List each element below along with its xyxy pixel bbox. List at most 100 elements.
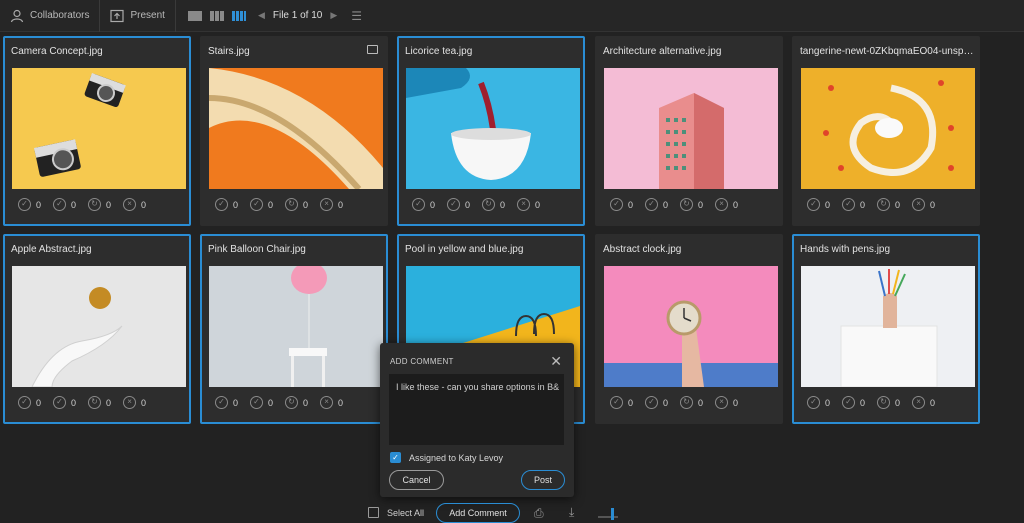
comment-input[interactable] <box>389 374 564 445</box>
single-view-icon[interactable] <box>187 10 202 21</box>
approve-action[interactable]: ✓0 <box>807 396 830 409</box>
close-icon[interactable]: ✕ <box>550 353 562 370</box>
slider-thumb[interactable] <box>611 508 614 520</box>
revision-action[interactable]: ↻0 <box>285 396 308 409</box>
file-title: Architecture alternative.jpg <box>603 46 722 57</box>
approve-action[interactable]: ✓0 <box>412 198 435 211</box>
assigned-label: Assigned to Katy Levoy <box>409 452 504 463</box>
revision-action[interactable]: ↻0 <box>285 198 308 211</box>
add-approver-action[interactable]: ✓0 <box>250 198 273 211</box>
add-approver-action[interactable]: ✓0 <box>447 198 470 211</box>
file-card-pink-balloon-chair[interactable]: Pink Balloon Chair.jpg ✓ 0 ✓ 0 ↻ 0 × 0 <box>200 234 388 424</box>
approve-action[interactable]: ✓0 <box>215 198 238 211</box>
checkbox-checked-icon[interactable]: ✓ <box>390 452 401 463</box>
thumbnail-stairs[interactable] <box>209 68 383 189</box>
revision-action[interactable]: ↻0 <box>482 198 505 211</box>
approve-action[interactable]: ✓0 <box>610 396 633 409</box>
file-title: Apple Abstract.jpg <box>11 244 92 255</box>
file-card-camera-concept[interactable]: Camera Concept.jpg ✓ 0 ✓ 0 ↻ 0 × 0 <box>3 36 191 226</box>
approve-action[interactable]: ✓0 <box>215 396 238 409</box>
card-actions: ✓0 ✓0 ↻0 ×0 <box>412 198 540 211</box>
revision-action[interactable]: ↻0 <box>88 396 111 409</box>
reject-action[interactable]: ×0 <box>912 396 935 409</box>
check-plus-icon: ✓ <box>53 198 67 211</box>
comment-icon[interactable] <box>367 45 378 54</box>
check-circle-icon: ✓ <box>18 396 31 409</box>
reject-action[interactable]: ×0 <box>320 198 343 211</box>
reject-action[interactable]: ×0 <box>320 396 343 409</box>
x-circle-icon: × <box>320 198 334 211</box>
reject-action[interactable]: ×0 <box>715 396 738 409</box>
cancel-button[interactable]: Cancel <box>389 470 444 490</box>
x-circle-icon: × <box>912 198 926 211</box>
check-plus-icon: ✓ <box>447 198 461 211</box>
revision-icon: ↻ <box>680 396 694 409</box>
file-card-architecture[interactable]: Architecture alternative.jpg ✓ 0 ✓ 0 ↻ 0 × 0 <box>595 36 783 226</box>
revision-action[interactable]: ↻0 <box>877 396 900 409</box>
reject-action[interactable]: ×0 <box>517 198 540 211</box>
print-icon[interactable]: ⎙ <box>534 506 544 521</box>
add-approver-action[interactable]: ✓0 <box>842 198 865 211</box>
x-circle-icon: × <box>123 396 137 409</box>
file-card-tangerine[interactable]: tangerine-newt-0ZKbqmaEO04-unspla... ✓ 0 … <box>792 36 980 226</box>
grid-view-icon[interactable] <box>231 10 246 21</box>
thumbnail-licorice-tea[interactable] <box>406 68 580 189</box>
file-card-stairs[interactable]: Stairs.jpg ✓ 0 ✓ 0 ↻ 0 × 0 <box>200 36 388 226</box>
chevron-left-icon[interactable]: ◀ <box>258 10 265 21</box>
download-icon[interactable]: ⤓ <box>569 505 574 520</box>
reject-action[interactable]: ×0 <box>123 198 146 211</box>
chevron-right-icon[interactable]: ▶ <box>330 10 337 21</box>
reject-action[interactable]: ×0 <box>123 396 146 409</box>
thumbnail-architecture[interactable] <box>604 68 778 189</box>
person-icon <box>10 9 24 22</box>
file-card-licorice-tea[interactable]: Licorice tea.jpg ✓ 0 ✓ 0 ↻ 0 × 0 <box>397 36 585 226</box>
file-card-apple-abstract[interactable]: Apple Abstract.jpg ✓ 0 ✓ 0 ↻ 0 × 0 <box>3 234 191 424</box>
file-navigator: ◀ File 1 of 10 ▶ <box>258 10 337 21</box>
present-button[interactable]: Present <box>100 0 176 32</box>
revision-action[interactable]: ↻0 <box>88 198 111 211</box>
add-approver-action[interactable]: ✓0 <box>250 396 273 409</box>
x-circle-icon: × <box>517 198 531 211</box>
add-approver-action[interactable]: ✓0 <box>645 396 668 409</box>
file-title: Hands with pens.jpg <box>800 244 891 255</box>
add-approver-action[interactable]: ✓0 <box>645 198 668 211</box>
check-circle-icon: ✓ <box>807 396 820 409</box>
add-approver-action[interactable]: ✓0 <box>842 396 865 409</box>
grid-small-view-icon[interactable] <box>209 10 224 21</box>
thumbnail-apple-abstract[interactable] <box>12 266 186 387</box>
post-button[interactable]: Post <box>521 470 565 490</box>
revision-action[interactable]: ↻0 <box>680 396 703 409</box>
file-card-abstract-clock[interactable]: Abstract clock.jpg ✓ 0 ✓ 0 ↻ 0 × 0 <box>595 234 783 424</box>
dialog-title: ADD COMMENT <box>390 357 454 366</box>
check-plus-icon: ✓ <box>842 396 856 409</box>
assigned-checkbox-row[interactable]: ✓ Assigned to Katy Levoy <box>390 452 503 463</box>
revision-action[interactable]: ↻0 <box>877 198 900 211</box>
collaborators-button[interactable]: Collaborators <box>0 0 101 32</box>
filter-icon[interactable]: ☰ <box>351 9 362 23</box>
approve-action[interactable]: ✓0 <box>807 198 830 211</box>
approve-action[interactable]: ✓0 <box>610 198 633 211</box>
reject-action[interactable]: ×0 <box>715 198 738 211</box>
zoom-slider[interactable] <box>598 508 618 520</box>
approve-action[interactable]: ✓0 <box>18 396 41 409</box>
reject-action[interactable]: ×0 <box>912 198 935 211</box>
revision-action[interactable]: ↻0 <box>680 198 703 211</box>
approve-action[interactable]: ✓0 <box>18 198 41 211</box>
file-title: Abstract clock.jpg <box>603 244 682 255</box>
add-comment-button[interactable]: Add Comment <box>436 503 520 523</box>
x-circle-icon: × <box>123 198 137 211</box>
revision-icon: ↻ <box>482 198 496 211</box>
thumbnail-tangerine[interactable] <box>801 68 975 189</box>
add-approver-action[interactable]: ✓0 <box>53 396 76 409</box>
file-card-hands-with-pens[interactable]: Hands with pens.jpg ✓ 0 ✓ 0 ↻ 0 × 0 <box>792 234 980 424</box>
select-all-checkbox[interactable]: Select All <box>368 507 424 518</box>
thumbnail-camera-concept[interactable] <box>12 68 186 189</box>
thumbnail-hands-with-pens[interactable] <box>801 266 975 387</box>
thumbnail-pink-balloon-chair[interactable] <box>209 266 383 387</box>
card-actions: ✓0 ✓0 ↻0 ×0 <box>215 198 343 211</box>
checkbox-icon[interactable] <box>368 507 379 518</box>
add-approver-action[interactable]: ✓0 <box>53 198 76 211</box>
x-circle-icon: × <box>715 396 729 409</box>
card-actions: ✓0 ✓0 ↻0 ×0 <box>807 198 935 211</box>
thumbnail-abstract-clock[interactable] <box>604 266 778 387</box>
